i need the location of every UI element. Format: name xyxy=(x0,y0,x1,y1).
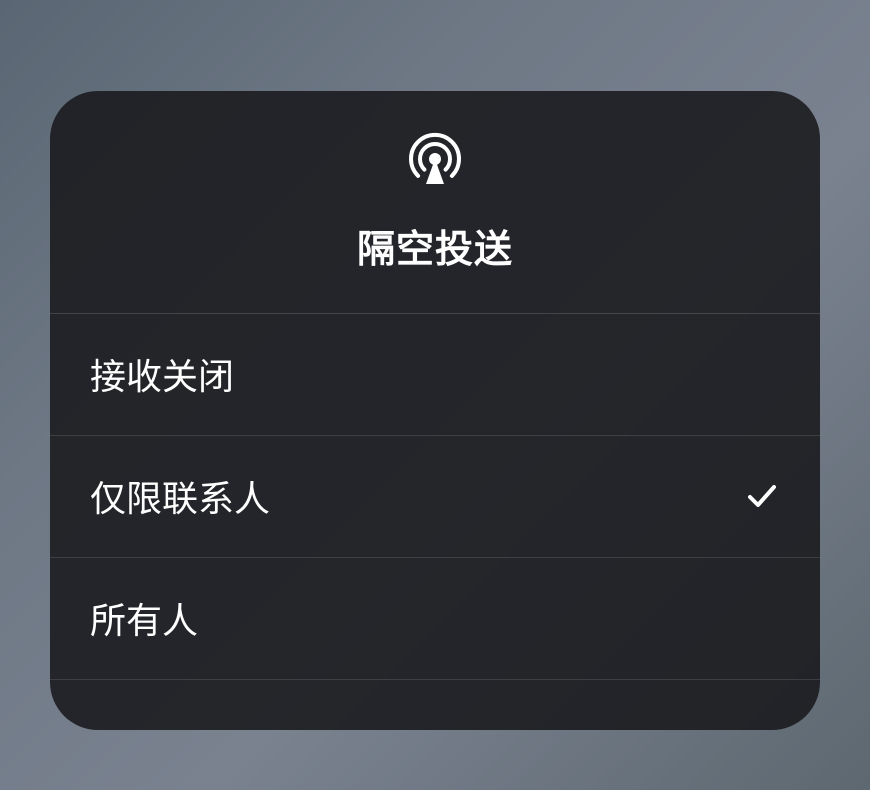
airdrop-panel: 隔空投送 接收关闭 仅限联系人 所有人 xyxy=(50,91,820,730)
panel-header: 隔空投送 xyxy=(50,91,820,314)
option-label: 接收关闭 xyxy=(90,348,234,400)
option-contacts-only[interactable]: 仅限联系人 xyxy=(50,436,820,558)
option-everyone[interactable]: 所有人 xyxy=(50,558,820,680)
checkmark-icon xyxy=(744,478,780,514)
panel-bottom-spacer xyxy=(50,680,820,730)
airdrop-icon xyxy=(405,129,465,194)
option-label: 所有人 xyxy=(90,592,198,644)
option-receiving-off[interactable]: 接收关闭 xyxy=(50,314,820,436)
option-label: 仅限联系人 xyxy=(90,470,270,522)
panel-title: 隔空投送 xyxy=(357,218,513,273)
